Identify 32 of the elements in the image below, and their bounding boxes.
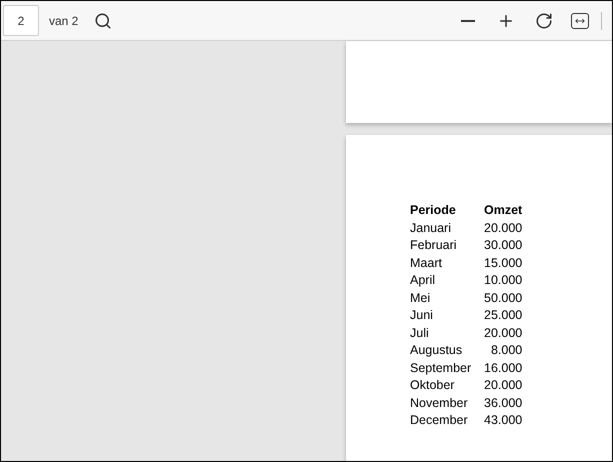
table-cell-text: 43.000 [484, 412, 522, 429]
table-cell-text: 16.000 [484, 360, 522, 376]
table-cell-text: Oktober [410, 377, 456, 394]
table-cell-text: 30.000 [484, 237, 522, 254]
table-cell-text: 20.000 [484, 377, 522, 394]
table-cell-text: 8.000 [490, 342, 522, 359]
table-cell-text: Mei [410, 290, 432, 306]
rotate-icon [535, 12, 553, 30]
table-cell-text: 10.000 [484, 272, 522, 289]
page-number-field[interactable]: 2 [3, 5, 39, 36]
table-cell-text: 50.000 [484, 290, 522, 306]
table-cell-text: Augustus [410, 342, 464, 359]
table-cell-text: April [410, 272, 436, 289]
search-icon [94, 12, 112, 30]
table-cell: December [410, 412, 484, 430]
table-cell-text: September [410, 360, 472, 377]
table-cell-text: 36.000 [484, 394, 522, 412]
column-header: Omzet [484, 202, 522, 219]
table-cell-text: 15.000 [484, 254, 522, 272]
table-cell-text: November [410, 394, 469, 412]
column-header: Periode [410, 202, 457, 219]
page-count: van 2 [49, 12, 78, 30]
table-cell-text: 20.000 [484, 324, 522, 342]
minus-icon [461, 20, 475, 22]
table-cell-text: 20.000 [484, 220, 522, 236]
table-cell-text: Februari [410, 237, 458, 254]
table-cell-text: Juli [410, 324, 430, 342]
fit-width-button[interactable] [571, 12, 589, 28]
table-cell-text: Januari [410, 220, 452, 236]
table-cell-text: Juni [410, 307, 434, 324]
table-cell-text: Maart [410, 254, 443, 272]
table-cell-text: 25.000 [484, 307, 522, 324]
